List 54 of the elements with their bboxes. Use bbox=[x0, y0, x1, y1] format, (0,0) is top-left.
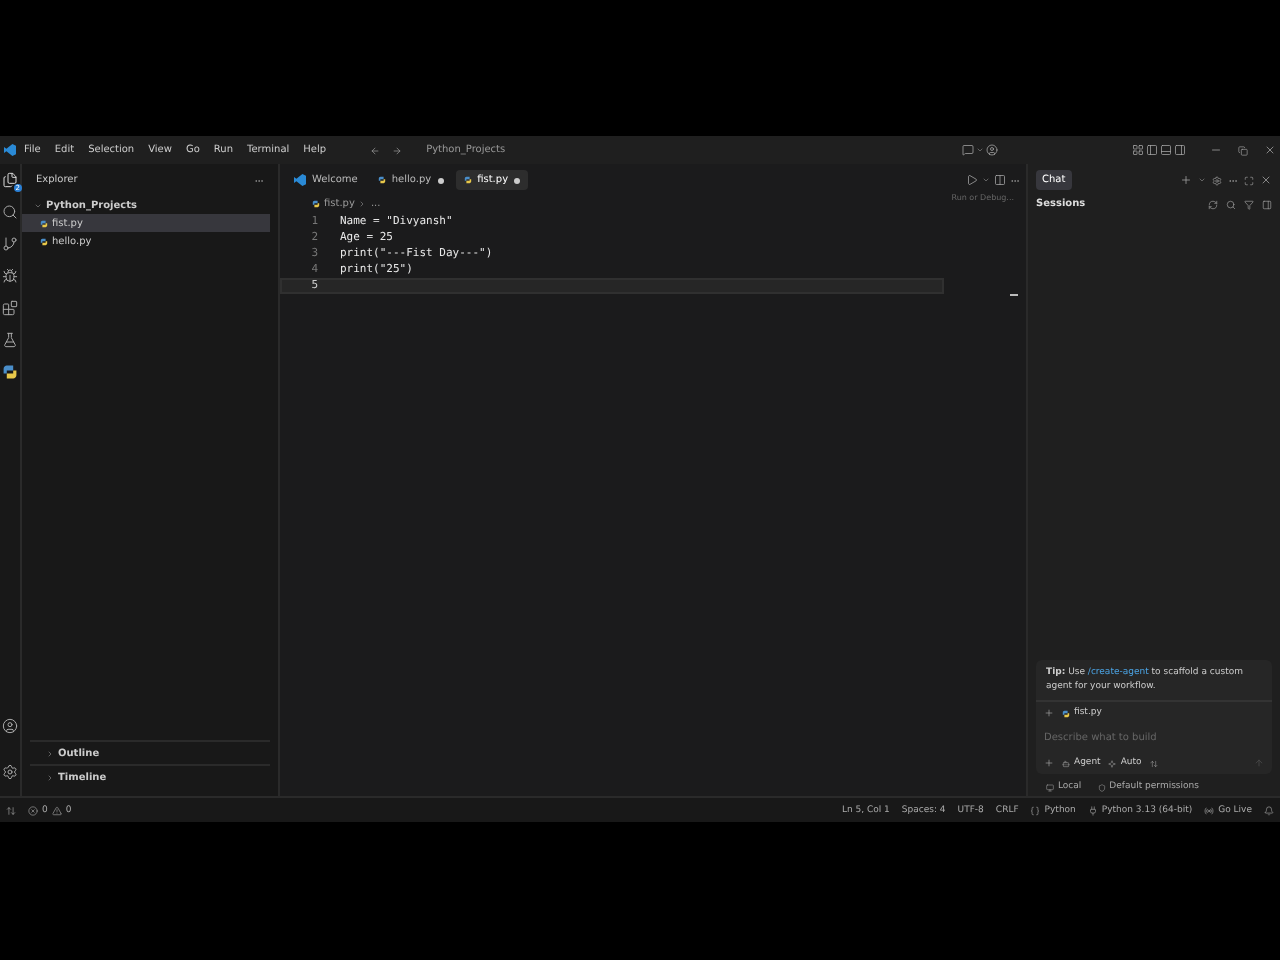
monitor-icon bbox=[1046, 783, 1054, 791]
python-file-icon bbox=[1062, 709, 1070, 717]
close-icon[interactable] bbox=[1260, 174, 1272, 186]
plug-icon[interactable] bbox=[1087, 805, 1098, 815]
braces-icon[interactable] bbox=[1030, 805, 1041, 815]
plus-icon[interactable] bbox=[1044, 758, 1054, 768]
extensions-icon[interactable] bbox=[2, 300, 18, 316]
restore-icon[interactable] bbox=[1238, 145, 1248, 155]
account-icon[interactable] bbox=[985, 144, 998, 156]
warning-icon bbox=[51, 805, 62, 815]
settings-icon[interactable] bbox=[1212, 175, 1222, 185]
source-control-icon[interactable] bbox=[2, 236, 18, 252]
bot-icon bbox=[1062, 759, 1070, 767]
sparkle-icon bbox=[1108, 759, 1117, 767]
app-logo bbox=[4, 144, 16, 156]
python-icon bbox=[2, 364, 18, 380]
maximize-icon[interactable] bbox=[1244, 175, 1254, 185]
back-icon[interactable] bbox=[370, 145, 381, 155]
bug-icon[interactable] bbox=[2, 268, 18, 284]
forward-icon[interactable] bbox=[392, 145, 403, 155]
search-icon[interactable] bbox=[2, 204, 18, 220]
broadcast-icon[interactable] bbox=[1204, 805, 1215, 815]
plus-icon[interactable] bbox=[1180, 174, 1192, 186]
plus-icon[interactable] bbox=[1044, 708, 1054, 718]
unsaved-dot bbox=[514, 177, 521, 183]
split-editor-icon[interactable] bbox=[994, 174, 1006, 186]
app-logo bbox=[294, 174, 306, 186]
panel-toggle-icon[interactable] bbox=[1160, 144, 1172, 156]
remote-icon[interactable] bbox=[6, 805, 16, 815]
python-file-icon bbox=[377, 176, 386, 184]
settings-icon[interactable] bbox=[2, 764, 18, 780]
flask-icon[interactable] bbox=[2, 332, 18, 348]
run-icon[interactable] bbox=[966, 174, 978, 186]
python-file-icon bbox=[40, 219, 48, 227]
python-file-icon bbox=[463, 176, 472, 184]
filter-icon[interactable] bbox=[1244, 199, 1254, 209]
scroll-thumb bbox=[1010, 294, 1018, 296]
layout-icon[interactable] bbox=[1132, 144, 1144, 156]
panel-icon[interactable] bbox=[1262, 199, 1272, 209]
search-icon[interactable] bbox=[1226, 199, 1236, 209]
python-file-icon bbox=[40, 237, 48, 245]
refresh-icon[interactable] bbox=[1208, 199, 1218, 209]
shield-icon bbox=[1097, 783, 1106, 791]
account-icon[interactable] bbox=[2, 718, 18, 734]
close-icon[interactable] bbox=[1264, 144, 1276, 156]
chat-icon[interactable] bbox=[961, 144, 974, 156]
python-file-icon bbox=[312, 200, 320, 208]
sort-icon[interactable] bbox=[1149, 759, 1158, 767]
unsaved-dot bbox=[437, 177, 444, 183]
sidebar-toggle-icon[interactable] bbox=[1146, 144, 1158, 156]
error-icon bbox=[28, 805, 38, 815]
bell-icon[interactable] bbox=[1264, 805, 1274, 815]
secondary-sidebar-icon[interactable] bbox=[1174, 144, 1186, 156]
minimize-icon[interactable] bbox=[1210, 144, 1222, 156]
